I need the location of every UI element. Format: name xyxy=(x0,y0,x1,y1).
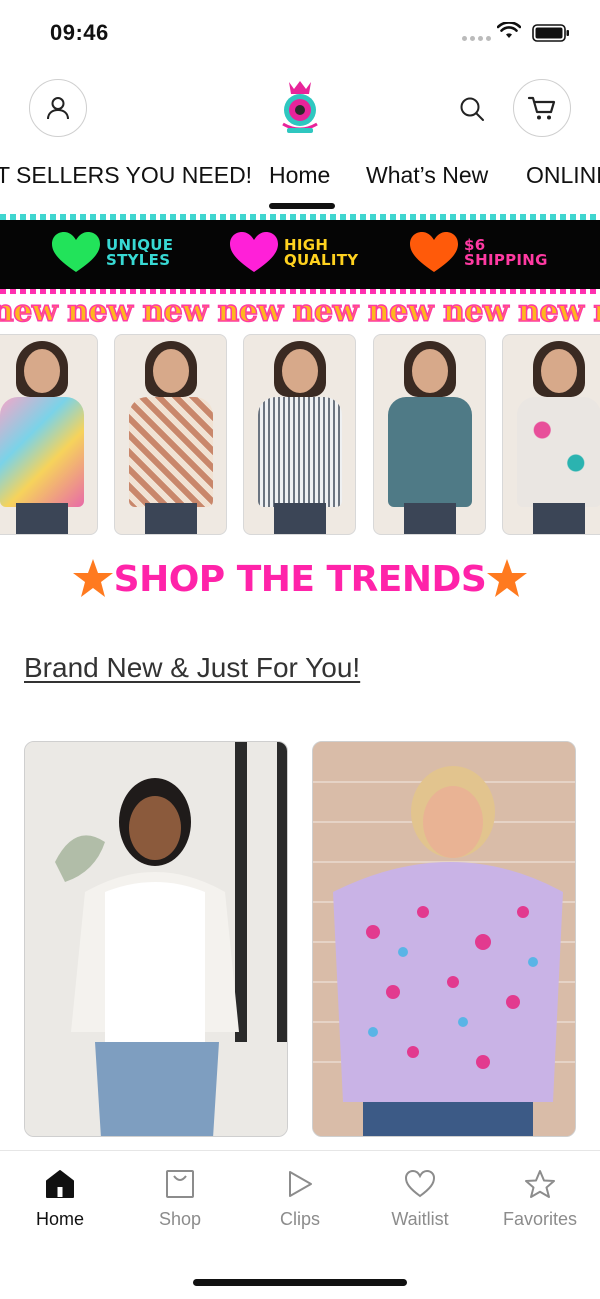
product-image xyxy=(313,742,575,1136)
promo-text: HIGH QUALITY xyxy=(284,236,359,269)
tab-online[interactable]: ONLINE xyxy=(526,162,600,189)
active-tab-indicator xyxy=(269,203,335,209)
home-icon xyxy=(46,1170,74,1198)
search-button[interactable] xyxy=(455,92,489,126)
shopping-bag-icon xyxy=(166,1170,194,1198)
tab-bar-label: Shop xyxy=(158,1209,202,1229)
product-thumbnail[interactable] xyxy=(502,334,600,535)
category-tabs: T SELLERS YOU NEED! Home What’s New ONLI… xyxy=(0,154,600,214)
product-image xyxy=(25,742,287,1136)
new-arrivals-carousel[interactable] xyxy=(0,334,600,536)
tab-best-sellers[interactable]: T SELLERS YOU NEED! xyxy=(0,162,252,189)
tab-bar-shop[interactable]: Shop xyxy=(130,1169,230,1230)
product-thumbnail[interactable] xyxy=(373,334,486,535)
star-icon xyxy=(525,1170,555,1198)
app-header xyxy=(0,64,600,154)
promo-high-quality: HIGH QUALITY xyxy=(230,232,374,274)
star-icon xyxy=(487,559,527,597)
tab-bar-label: Home xyxy=(35,1209,84,1229)
product-thumbnail[interactable] xyxy=(114,334,227,535)
signal-icon xyxy=(462,36,491,41)
bottom-tab-bar: Home Shop Clips Waitlist Favorites xyxy=(0,1150,600,1299)
product-card[interactable] xyxy=(24,741,288,1137)
status-bar: 09:46 xyxy=(0,0,600,64)
shop-the-trends-banner[interactable]: SHOP THE TRENDS xyxy=(0,552,600,608)
tab-home[interactable]: Home xyxy=(269,162,330,189)
banner-border xyxy=(0,214,600,220)
play-icon xyxy=(289,1171,312,1197)
tab-bar-home[interactable]: Home xyxy=(10,1169,110,1230)
heart-icon xyxy=(404,1169,436,1198)
status-time: 09:46 xyxy=(50,20,109,45)
battery-icon xyxy=(532,24,569,42)
tab-bar-label: Clips xyxy=(279,1209,320,1229)
tab-bar-label: Waitlist xyxy=(391,1209,449,1229)
cart-icon xyxy=(527,96,556,120)
tab-bar-waitlist[interactable]: Waitlist xyxy=(370,1169,470,1230)
product-card[interactable] xyxy=(312,741,576,1137)
product-thumbnail[interactable] xyxy=(0,334,98,535)
promo-text: UNIQUE STYLES xyxy=(106,236,174,269)
brand-logo[interactable] xyxy=(277,80,323,136)
promo-unique-styles: UNIQUE STYLES xyxy=(52,232,196,274)
ribbon-text: new new new new new new new new new xyxy=(0,294,600,330)
tab-bar-label: Favorites xyxy=(502,1209,578,1229)
account-button[interactable] xyxy=(29,79,87,137)
tab-bar-favorites[interactable]: Favorites xyxy=(490,1169,590,1230)
person-icon xyxy=(47,97,69,120)
product-thumbnail[interactable] xyxy=(243,334,356,535)
search-icon xyxy=(460,97,484,121)
new-arrivals-ribbon[interactable]: new new new new new new new new new xyxy=(0,294,600,330)
heart-icon xyxy=(230,232,278,272)
heart-icon xyxy=(52,232,100,272)
promo-text: $6 SHIPPING xyxy=(464,236,548,269)
promo-banner[interactable]: UNIQUE STYLES HIGH QUALITY $6 SHIPPING xyxy=(0,214,600,294)
tab-bar-clips[interactable]: Clips xyxy=(250,1169,350,1230)
wifi-icon xyxy=(497,22,521,38)
cart-button[interactable] xyxy=(513,79,571,137)
home-indicator xyxy=(193,1279,407,1286)
heart-icon xyxy=(410,232,458,272)
tab-whats-new[interactable]: What’s New xyxy=(366,162,488,189)
promo-shipping: $6 SHIPPING xyxy=(410,232,554,274)
section-title-link[interactable]: Brand New & Just For You! xyxy=(24,652,360,684)
